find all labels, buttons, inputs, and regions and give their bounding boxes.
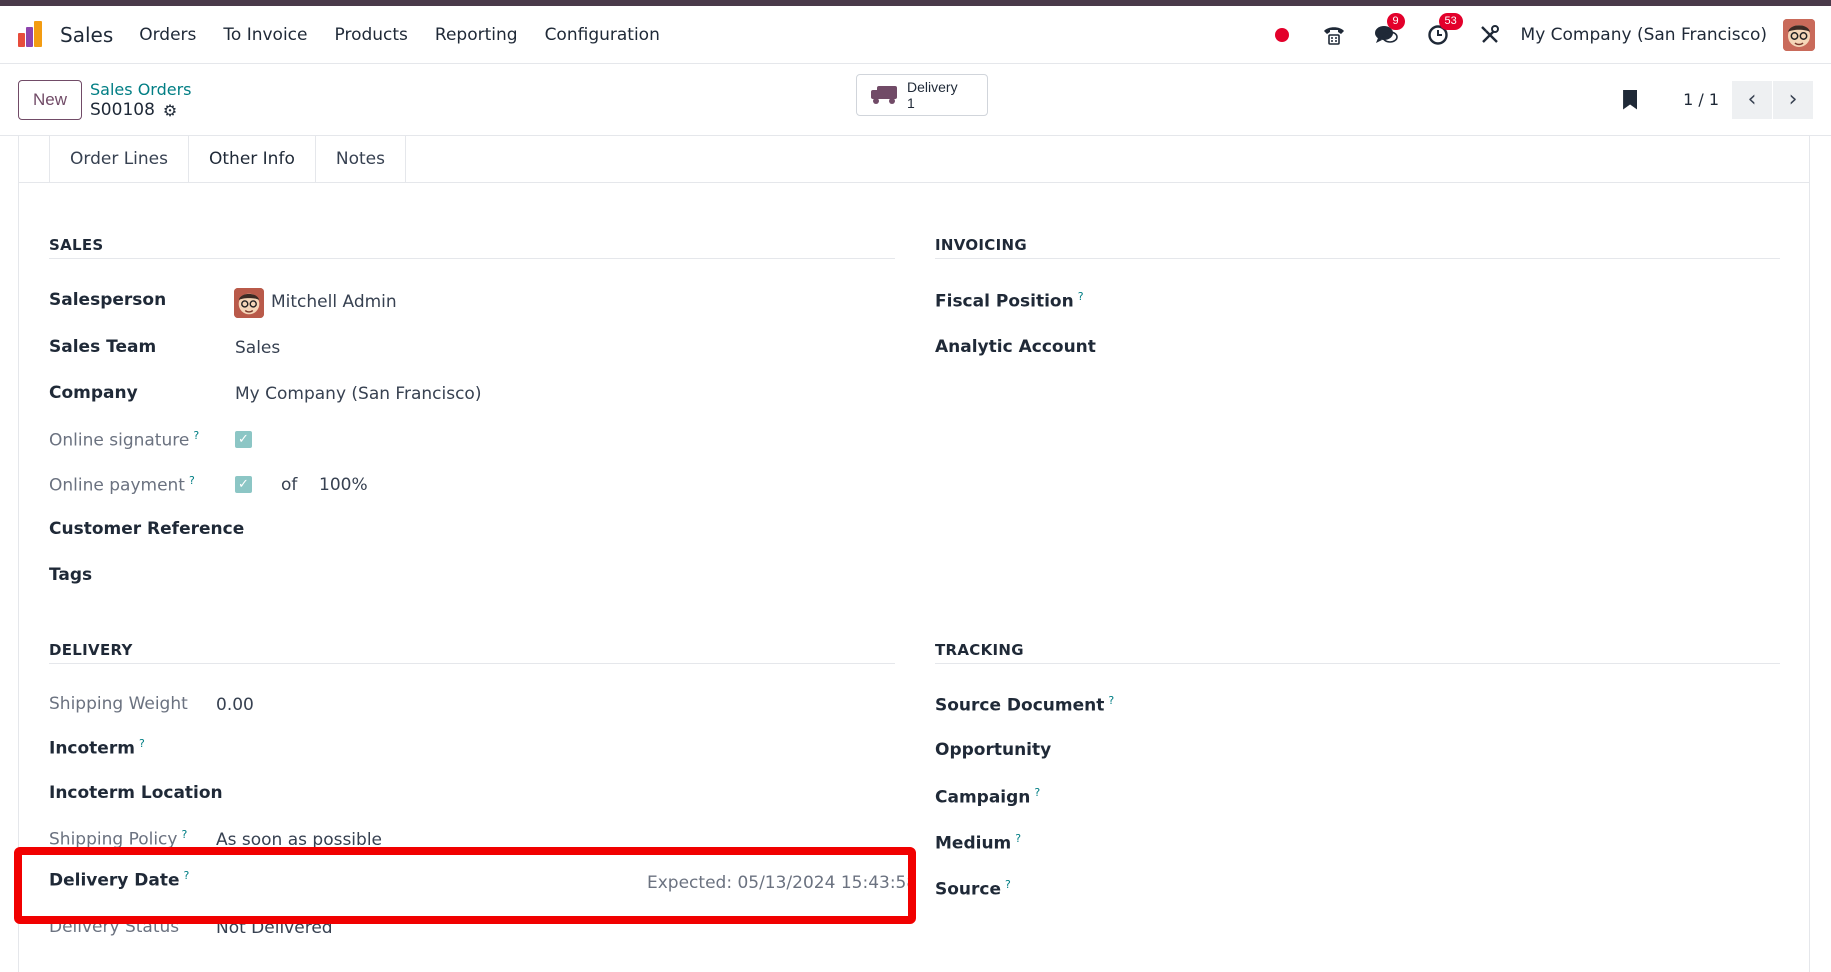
section-sales-title: SALES xyxy=(49,236,104,254)
campaign-label: Campaign? xyxy=(935,786,1041,808)
section-divider xyxy=(49,663,895,664)
new-button[interactable]: New xyxy=(18,79,83,120)
delivery-smart-label: Delivery xyxy=(907,79,958,95)
tags-label: Tags xyxy=(49,565,93,585)
analytic-account-label: Analytic Account xyxy=(935,337,1096,357)
help-icon[interactable]: ? xyxy=(139,737,145,750)
pager-previous-button[interactable]: ‹ xyxy=(1732,80,1772,119)
menu-orders[interactable]: Orders xyxy=(139,25,196,45)
online-payment-checkbox[interactable]: ✓ xyxy=(235,476,252,493)
section-divider xyxy=(935,258,1780,259)
help-icon[interactable]: ? xyxy=(181,828,187,841)
company-label: Company xyxy=(49,383,138,403)
tools-icon[interactable] xyxy=(1477,22,1503,48)
incoterm-location-label: Incoterm Location xyxy=(49,783,223,803)
control-panel: New Sales Orders S00108 ⚙ Delivery 1 1 /… xyxy=(0,64,1831,136)
menu-products[interactable]: Products xyxy=(335,25,408,45)
pager-value[interactable]: 1 / 1 xyxy=(1683,90,1719,109)
section-tracking-title: TRACKING xyxy=(935,641,1024,659)
notebook-tabs: Order Lines Other Info Notes xyxy=(19,136,1809,183)
customer-reference-label: Customer Reference xyxy=(49,519,245,539)
gear-icon[interactable]: ⚙ xyxy=(163,100,177,121)
salesperson-label: Salesperson xyxy=(49,290,167,310)
opportunity-label: Opportunity xyxy=(935,740,1052,760)
salesperson-field[interactable]: Mitchell Admin xyxy=(271,292,397,312)
shipping-weight-label: Shipping Weight xyxy=(49,694,188,714)
medium-label: Medium? xyxy=(935,832,1022,854)
user-avatar[interactable] xyxy=(1783,18,1815,51)
chat-icon[interactable]: 9 xyxy=(1373,12,1405,48)
section-divider xyxy=(935,663,1780,664)
online-payment-label: Online payment? xyxy=(49,474,195,496)
chevron-left-icon: ‹ xyxy=(1747,87,1757,112)
sales-team-label: Sales Team xyxy=(49,337,157,357)
truck-icon xyxy=(871,86,897,104)
help-icon[interactable]: ? xyxy=(193,429,199,442)
company-switcher[interactable]: My Company (San Francisco) xyxy=(1521,25,1767,45)
phone-icon[interactable] xyxy=(1321,22,1347,48)
recording-dot-icon[interactable] xyxy=(1269,22,1295,48)
menu-reporting[interactable]: Reporting xyxy=(435,25,518,45)
online-signature-label: Online signature? xyxy=(49,429,200,451)
section-invoicing-title: INVOICING xyxy=(935,236,1027,254)
help-icon[interactable]: ? xyxy=(1015,832,1021,845)
navbar: Sales Orders To Invoice Products Reporti… xyxy=(0,6,1831,64)
breadcrumb-sales-orders[interactable]: Sales Orders xyxy=(90,79,191,100)
delivery-smart-count: 1 xyxy=(907,95,915,111)
pager-next-button[interactable]: › xyxy=(1773,80,1813,119)
tab-notes[interactable]: Notes xyxy=(314,136,406,182)
activity-badge: 53 xyxy=(1438,12,1463,30)
chevron-right-icon: › xyxy=(1788,87,1798,112)
pager: 1 / 1 ‹ › xyxy=(1623,80,1813,119)
tab-order-lines[interactable]: Order Lines xyxy=(49,136,188,182)
online-signature-checkbox[interactable]: ✓ xyxy=(235,431,252,448)
sales-app-icon[interactable] xyxy=(16,20,46,50)
chat-badge: 9 xyxy=(1386,12,1405,30)
bookmark-icon[interactable] xyxy=(1623,89,1638,110)
tab-other-info[interactable]: Other Info xyxy=(188,136,315,182)
activity-clock-icon[interactable]: 53 xyxy=(1425,12,1463,48)
prepayment-percent-field[interactable]: 100% xyxy=(319,475,368,495)
section-divider xyxy=(49,258,895,259)
record-name: S00108 ⚙ xyxy=(90,100,191,121)
help-icon[interactable]: ? xyxy=(1005,878,1011,891)
help-icon[interactable]: ? xyxy=(1108,694,1114,707)
delivery-date-highlight-box xyxy=(14,847,916,924)
salesperson-avatar xyxy=(234,288,264,318)
delivery-smart-button[interactable]: Delivery 1 xyxy=(856,74,988,116)
section-delivery-title: DELIVERY xyxy=(49,641,133,659)
help-icon[interactable]: ? xyxy=(1078,290,1084,303)
app-name[interactable]: Sales xyxy=(60,23,113,47)
breadcrumb: Sales Orders S00108 ⚙ xyxy=(90,79,191,121)
record-reference: S00108 xyxy=(90,99,155,120)
menu-configuration[interactable]: Configuration xyxy=(545,25,660,45)
source-label: Source? xyxy=(935,878,1011,900)
incoterm-label: Incoterm? xyxy=(49,737,145,759)
company-field[interactable]: My Company (San Francisco) xyxy=(235,384,481,404)
sales-team-field[interactable]: Sales xyxy=(235,338,280,358)
fiscal-position-label: Fiscal Position? xyxy=(935,290,1084,312)
help-icon[interactable]: ? xyxy=(1034,786,1040,799)
menu-to-invoice[interactable]: To Invoice xyxy=(223,25,307,45)
payment-of-text: of xyxy=(281,475,298,495)
help-icon[interactable]: ? xyxy=(189,474,195,487)
source-document-label: Source Document? xyxy=(935,694,1115,716)
shipping-weight-field[interactable]: 0.00 xyxy=(216,695,254,715)
